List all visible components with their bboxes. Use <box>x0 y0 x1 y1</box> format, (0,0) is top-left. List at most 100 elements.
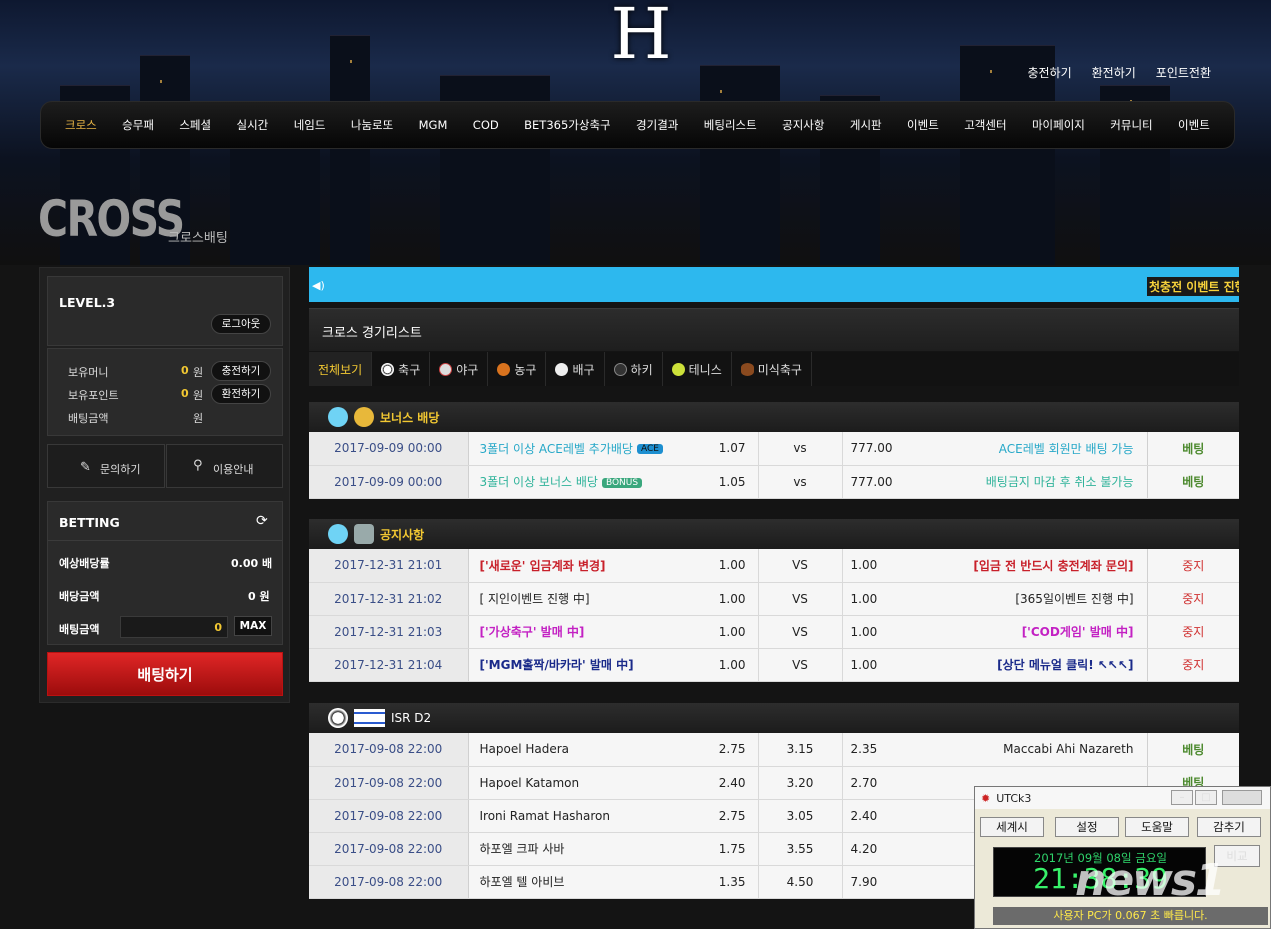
tab-basketball[interactable]: 농구 <box>488 352 547 386</box>
table-row[interactable]: 2017-12-31 21:04 ['MGM홀짝/바카라' 발매 中] 1.00… <box>309 648 1239 682</box>
point-convert-link[interactable]: 포인트전환 <box>1156 64 1211 81</box>
row-away[interactable]: ['COD게임' 발매 中] <box>902 615 1148 649</box>
tab-tennis[interactable]: 테니스 <box>663 352 732 386</box>
row-odds-home[interactable]: 1.00 <box>698 648 759 682</box>
minimize-icon[interactable]: – <box>1171 790 1193 805</box>
table-row[interactable]: 2017-12-31 21:02 [ 지인이벤트 진행 中] 1.00 VS 1… <box>309 582 1239 616</box>
bet-button[interactable]: 베팅 <box>1147 733 1239 767</box>
nav-item-special[interactable]: 스페셜 <box>179 117 211 133</box>
table-row[interactable]: 2017-09-08 22:00 Hapoel Hadera 2.75 3.15… <box>309 733 1239 767</box>
table-row[interactable]: 2017-09-09 00:00 3폴더 이상 ACE레벨 추가배당 ACE 1.… <box>309 432 1239 466</box>
row-odds-away[interactable]: 1.00 <box>842 648 902 682</box>
row-odds-draw[interactable]: 3.15 <box>758 733 843 767</box>
tab-soccer[interactable]: 축구 <box>372 352 431 386</box>
row-odds-away[interactable]: 7.90 <box>842 865 902 899</box>
row-home[interactable]: Ironi Ramat Hasharon <box>468 799 698 833</box>
row-odds-draw[interactable]: 3.20 <box>758 766 843 800</box>
world-time-button[interactable]: 세계시 <box>980 817 1044 837</box>
nav-item-mgm[interactable]: MGM <box>419 118 448 132</box>
row-odds-draw[interactable]: 3.05 <box>758 799 843 833</box>
charge-link[interactable]: 충전하기 <box>1027 64 1071 81</box>
row-home[interactable]: ['가상축구' 발매 中] <box>468 615 698 649</box>
row-away[interactable]: ACE레벨 회원만 배팅 가능 <box>902 432 1148 466</box>
nav-item-live[interactable]: 실시간 <box>237 117 269 133</box>
row-odds-away[interactable]: 777.00 <box>842 432 902 466</box>
row-odds-home[interactable]: 2.75 <box>698 799 759 833</box>
nav-item-support[interactable]: 고객센터 <box>964 117 1006 133</box>
row-odds-away[interactable]: 1.00 <box>842 549 902 583</box>
row-odds-home[interactable]: 1.75 <box>698 832 759 866</box>
table-row[interactable]: 2017-12-31 21:03 ['가상축구' 발매 中] 1.00 VS 1… <box>309 615 1239 649</box>
ticker-text[interactable]: 첫충전 이벤트 진행 <box>1147 277 1239 296</box>
hide-button[interactable]: 감추기 <box>1197 817 1261 837</box>
row-odds-home[interactable]: 1.00 <box>698 549 759 583</box>
row-odds-away[interactable]: 1.00 <box>842 615 902 649</box>
row-odds-home[interactable]: 1.05 <box>698 465 759 499</box>
logout-button[interactable]: 로그아웃 <box>211 314 271 334</box>
row-home[interactable]: [ 지인이벤트 진행 中] <box>468 582 698 616</box>
row-odds-away[interactable]: 2.35 <box>842 733 902 767</box>
guide-button[interactable]: ⚲ 이용안내 <box>166 444 283 488</box>
inquiry-button[interactable]: ✎ 문의하기 <box>47 444 165 488</box>
row-odds-away[interactable]: 4.20 <box>842 832 902 866</box>
max-button[interactable]: MAX <box>234 616 272 636</box>
row-away[interactable]: [365일이벤트 진행 中] <box>902 582 1148 616</box>
row-home[interactable]: ['새로운' 입금계좌 변경] <box>468 549 698 583</box>
nav-item-board[interactable]: 게시판 <box>850 117 882 133</box>
nav-item-bet-list[interactable]: 베팅리스트 <box>704 117 757 133</box>
settings-button[interactable]: 설정 <box>1055 817 1119 837</box>
tab-baseball[interactable]: 야구 <box>430 352 489 386</box>
nav-item-results[interactable]: 경기결과 <box>636 117 678 133</box>
row-home[interactable]: Hapoel Katamon <box>468 766 698 800</box>
help-button[interactable]: 도움말 <box>1125 817 1189 837</box>
tab-volleyball[interactable]: 배구 <box>546 352 605 386</box>
row-odds-away[interactable]: 2.70 <box>842 766 902 800</box>
table-row[interactable]: 2017-09-09 00:00 3폴더 이상 보너스 배당 BONUS 1.05… <box>309 465 1239 499</box>
row-odds-draw[interactable]: 3.55 <box>758 832 843 866</box>
bet-button[interactable]: 베팅 <box>1147 432 1239 466</box>
table-row[interactable]: 2017-12-31 21:01 ['새로운' 입금계좌 변경] 1.00 VS… <box>309 549 1239 583</box>
nav-item-bet365[interactable]: BET365가상축구 <box>524 117 610 133</box>
nav-item-community[interactable]: 커뮤니티 <box>1110 117 1152 133</box>
nav-item-cross[interactable]: 크로스 <box>65 117 97 133</box>
row-odds-home[interactable]: 1.00 <box>698 582 759 616</box>
bet-button[interactable]: 베팅 <box>1147 465 1239 499</box>
row-home[interactable]: 하포엘 크파 사바 <box>468 832 698 866</box>
row-odds-home[interactable]: 1.07 <box>698 432 759 466</box>
nav-item-win-draw-loss[interactable]: 승무패 <box>122 117 154 133</box>
row-home[interactable]: 3폴더 이상 ACE레벨 추가배당 ACE <box>468 432 698 466</box>
row-home[interactable]: 3폴더 이상 보너스 배당 BONUS <box>468 465 698 499</box>
exchange-link[interactable]: 환전하기 <box>1092 64 1136 81</box>
row-away[interactable]: 배팅금지 마감 후 취소 불가능 <box>902 465 1148 499</box>
row-home[interactable]: 하포엘 텔 아비브 <box>468 865 698 899</box>
row-home[interactable]: Hapoel Hadera <box>468 733 698 767</box>
close-icon[interactable]: ✕ <box>1222 790 1262 805</box>
nav-item-named[interactable]: 네임드 <box>294 117 326 133</box>
row-away[interactable]: Maccabi Ahi Nazareth <box>902 733 1148 767</box>
tab-all[interactable]: 전체보기 <box>309 352 373 386</box>
row-odds-home[interactable]: 1.00 <box>698 615 759 649</box>
refresh-icon[interactable]: ⟳ <box>256 513 268 529</box>
site-logo[interactable]: H <box>602 0 680 69</box>
row-away[interactable]: [상단 메뉴얼 클릭! ↖↖↖] <box>902 648 1148 682</box>
nav-item-event[interactable]: 이벤트 <box>907 117 939 133</box>
nav-item-notice[interactable]: 공지사항 <box>782 117 824 133</box>
charge-button[interactable]: 충전하기 <box>211 361 271 381</box>
row-odds-away[interactable]: 777.00 <box>842 465 902 499</box>
exchange-button[interactable]: 환전하기 <box>211 384 271 404</box>
row-odds-draw[interactable]: 4.50 <box>758 865 843 899</box>
tab-hockey[interactable]: 하키 <box>605 352 663 386</box>
row-odds-away[interactable]: 1.00 <box>842 582 902 616</box>
nav-item-cod[interactable]: COD <box>473 118 499 132</box>
nav-item-lotto[interactable]: 나눔로또 <box>351 117 393 133</box>
row-odds-away[interactable]: 2.40 <box>842 799 902 833</box>
row-odds-home[interactable]: 1.35 <box>698 865 759 899</box>
tab-football[interactable]: 미식축구 <box>732 352 812 386</box>
place-bet-button[interactable]: 배팅하기 <box>47 652 283 696</box>
nav-item-event-2[interactable]: 이벤트 <box>1178 117 1210 133</box>
row-away[interactable]: [입금 전 반드시 충전계좌 문의] <box>902 549 1148 583</box>
nav-item-mypage[interactable]: 마이페이지 <box>1032 117 1085 133</box>
maximize-icon[interactable]: □ <box>1195 790 1217 805</box>
row-odds-home[interactable]: 2.40 <box>698 766 759 800</box>
row-odds-home[interactable]: 2.75 <box>698 733 759 767</box>
